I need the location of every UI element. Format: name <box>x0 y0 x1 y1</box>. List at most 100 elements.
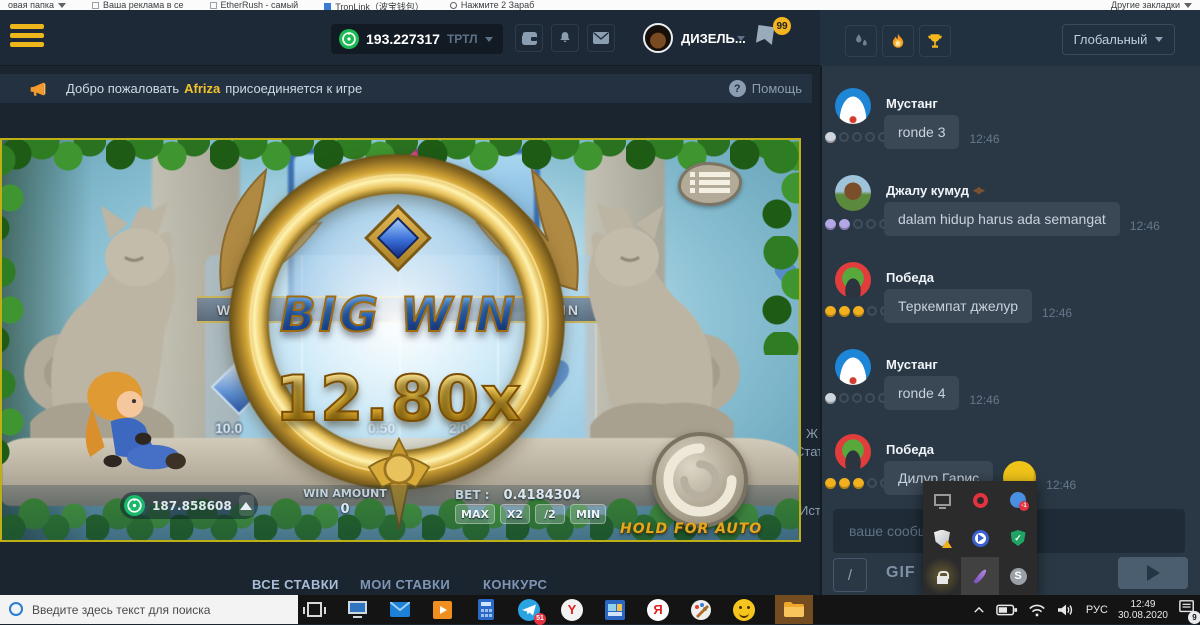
medal-icon <box>853 478 864 489</box>
channel-label: Глобальный <box>1074 32 1148 47</box>
notification-player: Afriza <box>184 81 220 96</box>
question-icon: ? <box>729 80 746 97</box>
remote-desktop-button[interactable] <box>345 598 369 622</box>
user-avatar[interactable] <box>643 23 673 53</box>
bookmark-item[interactable]: TronLink（波宝钱包） <box>324 0 424 10</box>
bookmarks-bar: овая папка Ваша реклама в се EtherRush -… <box>0 0 1200 10</box>
contest-button[interactable] <box>919 25 951 57</box>
slot-game-frame: ♥ 10.0 0.50 2.0 ♥ WIN C ESPIN <box>0 138 801 542</box>
spin-button[interactable] <box>652 432 748 528</box>
avatar[interactable] <box>835 349 871 385</box>
paint-icon <box>690 599 712 621</box>
task-view-button[interactable] <box>302 598 326 622</box>
win-amount-value: 0 <box>290 502 400 517</box>
bet-x2-button[interactable]: X2 <box>500 504 530 524</box>
search-icon <box>9 602 23 616</box>
file-explorer-button[interactable] <box>775 595 813 624</box>
battery-icon[interactable] <box>996 603 1018 617</box>
chevron-down-icon <box>58 3 66 8</box>
tray-app[interactable] <box>961 519 999 557</box>
tray-app[interactable] <box>923 557 961 595</box>
tray-app[interactable]: -1 <box>999 481 1037 519</box>
balance-pill[interactable]: 193.227317 ТРТЛ <box>331 24 503 54</box>
notification-suffix: присоединяется к игре <box>225 81 362 96</box>
bet-max-button[interactable]: MAX <box>455 504 495 524</box>
send-button[interactable] <box>1118 557 1188 589</box>
action-center-button[interactable]: 9 <box>1178 599 1196 620</box>
taskbar-clock[interactable]: 12:49 30.08.2020 <box>1118 599 1168 621</box>
avatar[interactable] <box>835 434 871 470</box>
avatar[interactable] <box>835 262 871 298</box>
message-author: Мустанг <box>886 96 938 111</box>
warning-icon <box>942 540 952 548</box>
favicon <box>210 2 217 9</box>
balance-value: 193.227317 <box>366 31 440 47</box>
favicon <box>92 2 99 9</box>
tray-app[interactable] <box>923 519 961 557</box>
tray-app[interactable]: S <box>999 557 1037 595</box>
tray-app[interactable] <box>961 481 999 519</box>
coin-icon <box>124 495 145 516</box>
game-balance-value: 187.858608 <box>152 499 232 513</box>
task-view-icon <box>307 602 322 617</box>
taskbar-search-input[interactable] <box>0 595 298 624</box>
channel-select[interactable]: Глобальный <box>1062 24 1175 55</box>
help-label: Помощь <box>752 81 802 96</box>
photos-app-button[interactable] <box>603 598 627 622</box>
tray-expand-icon[interactable] <box>972 603 986 617</box>
tray-app[interactable] <box>923 481 961 519</box>
chat-header: B Глобальный <box>820 10 1200 66</box>
tab-all-bets[interactable]: ВСЕ СТАВКИ <box>252 577 339 592</box>
avatar[interactable] <box>835 175 871 211</box>
bookmark-item[interactable]: EtherRush - самый <box>210 0 299 10</box>
wifi-icon[interactable] <box>1028 602 1046 617</box>
bet-min-button[interactable]: MIN <box>570 504 606 524</box>
tray-app[interactable]: ✓ <box>999 519 1037 557</box>
clock-date: 30.08.2020 <box>1118 610 1168 621</box>
help-button[interactable]: ? Помощь <box>729 80 812 97</box>
message-time: 12:46 <box>1130 219 1160 236</box>
mail-app-button[interactable] <box>388 598 412 622</box>
windows-taskbar: 51 Y Я РУС 12:49 30.08.2020 9 <box>0 595 1200 624</box>
folder-icon <box>783 601 805 618</box>
bet-half-button[interactable]: /2 <box>535 504 565 524</box>
coin-icon <box>339 29 359 49</box>
yandex-app-button[interactable]: Я <box>646 598 670 622</box>
increase-button[interactable] <box>239 495 254 516</box>
bookmark-item[interactable]: Ваша реклама в се <box>92 0 184 10</box>
calculator-button[interactable] <box>474 598 498 622</box>
envelope-icon <box>593 32 609 44</box>
avatar[interactable] <box>835 88 871 124</box>
bookmark-item[interactable]: Нажмите 2 Зараб <box>450 0 534 10</box>
tab-my-bets[interactable]: МОИ СТАВКИ <box>360 577 450 592</box>
other-bookmarks[interactable]: Другие закладки <box>1111 0 1192 10</box>
mail-button[interactable] <box>587 24 615 52</box>
gif-button[interactable]: GIF <box>886 564 916 582</box>
tab-contest[interactable]: КОНКУРС <box>483 577 547 592</box>
yandex-browser-icon: Y <box>561 599 583 621</box>
fireball-icon: B <box>889 32 907 50</box>
paint-app-button[interactable] <box>689 598 713 622</box>
fire-button[interactable]: B <box>882 25 914 57</box>
language-indicator[interactable]: РУС <box>1086 604 1108 616</box>
chat-toggle-button[interactable]: 99 <box>753 24 783 54</box>
bookmark-item[interactable]: овая папка <box>8 0 66 10</box>
clock-time: 12:49 <box>1118 599 1168 610</box>
message-bubble: ronde 3 <box>884 115 959 149</box>
tray-app[interactable] <box>961 557 999 595</box>
rain-button[interactable] <box>845 25 877 57</box>
message-bubble: Теркемпат джелур <box>884 289 1032 323</box>
menu-hamburger-button[interactable] <box>10 24 44 52</box>
telegram-badge: 51 <box>534 613 546 625</box>
notifications-button[interactable] <box>551 24 579 52</box>
wallet-icon <box>521 31 538 46</box>
emoji-app-button[interactable] <box>732 598 756 622</box>
bell-icon <box>557 30 573 46</box>
yandex-browser-button[interactable]: Y <box>560 598 584 622</box>
media-player-button[interactable] <box>431 598 455 622</box>
wallet-button[interactable] <box>515 24 543 52</box>
slash-command-button[interactable]: / <box>833 558 867 592</box>
volume-icon[interactable] <box>1056 602 1076 618</box>
smiley-icon <box>733 599 755 621</box>
telegram-button[interactable]: 51 <box>517 598 541 622</box>
